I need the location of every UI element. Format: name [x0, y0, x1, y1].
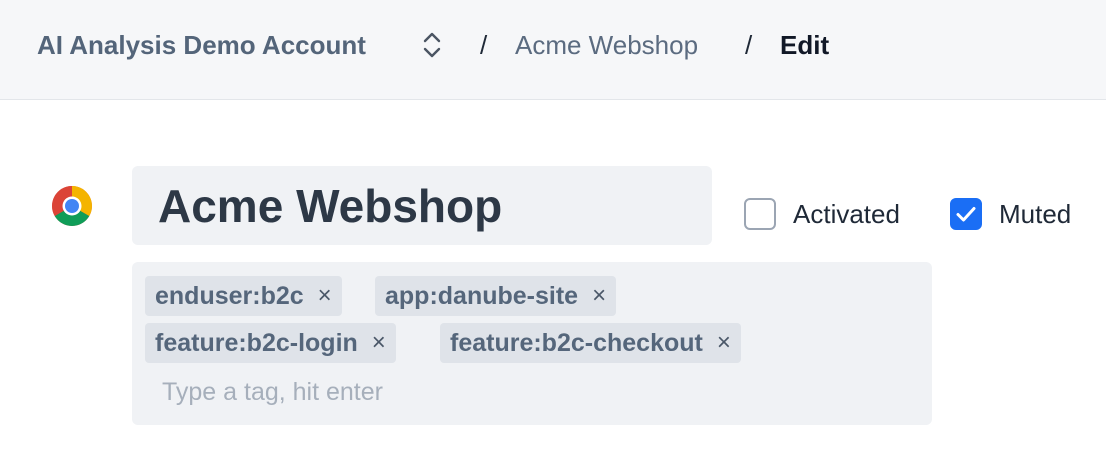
activated-label[interactable]: Activated	[793, 196, 900, 232]
tag-label: app:danube-site	[385, 281, 579, 310]
activated-checkbox[interactable]	[744, 198, 776, 230]
tag-chip: feature:b2c-checkout ×	[440, 323, 741, 363]
remove-tag-icon[interactable]: ×	[372, 331, 386, 355]
app-name-input[interactable]	[132, 166, 712, 245]
tag-label: feature:b2c-login	[155, 328, 358, 357]
tags-input-box[interactable]: enduser:b2c × app:danube-site × feature:…	[132, 262, 932, 425]
remove-tag-icon[interactable]: ×	[318, 284, 332, 308]
remove-tag-icon[interactable]: ×	[717, 331, 731, 355]
breadcrumb-current: Edit	[780, 30, 830, 60]
chevron-up-down-icon[interactable]	[418, 28, 446, 62]
checkmark-icon	[956, 207, 976, 222]
tag-entry-input[interactable]	[148, 374, 776, 410]
tag-chip: feature:b2c-login ×	[145, 323, 396, 363]
top-bar: AI Analysis Demo Account / Acme Webshop …	[0, 0, 1106, 100]
muted-checkbox[interactable]	[950, 198, 982, 230]
tag-chip: enduser:b2c ×	[145, 276, 342, 316]
tag-label: enduser:b2c	[155, 281, 304, 310]
muted-label[interactable]: Muted	[999, 196, 1071, 232]
tag-chip: app:danube-site ×	[375, 276, 617, 316]
chrome-icon	[52, 186, 92, 226]
breadcrumb-app-link[interactable]: Acme Webshop	[515, 28, 698, 62]
tag-label: feature:b2c-checkout	[450, 328, 703, 357]
remove-tag-icon[interactable]: ×	[592, 284, 606, 308]
account-switcher-label[interactable]: AI Analysis Demo Account	[37, 28, 366, 62]
breadcrumb-separator: /	[745, 30, 753, 60]
breadcrumb-separator: /	[480, 30, 488, 60]
